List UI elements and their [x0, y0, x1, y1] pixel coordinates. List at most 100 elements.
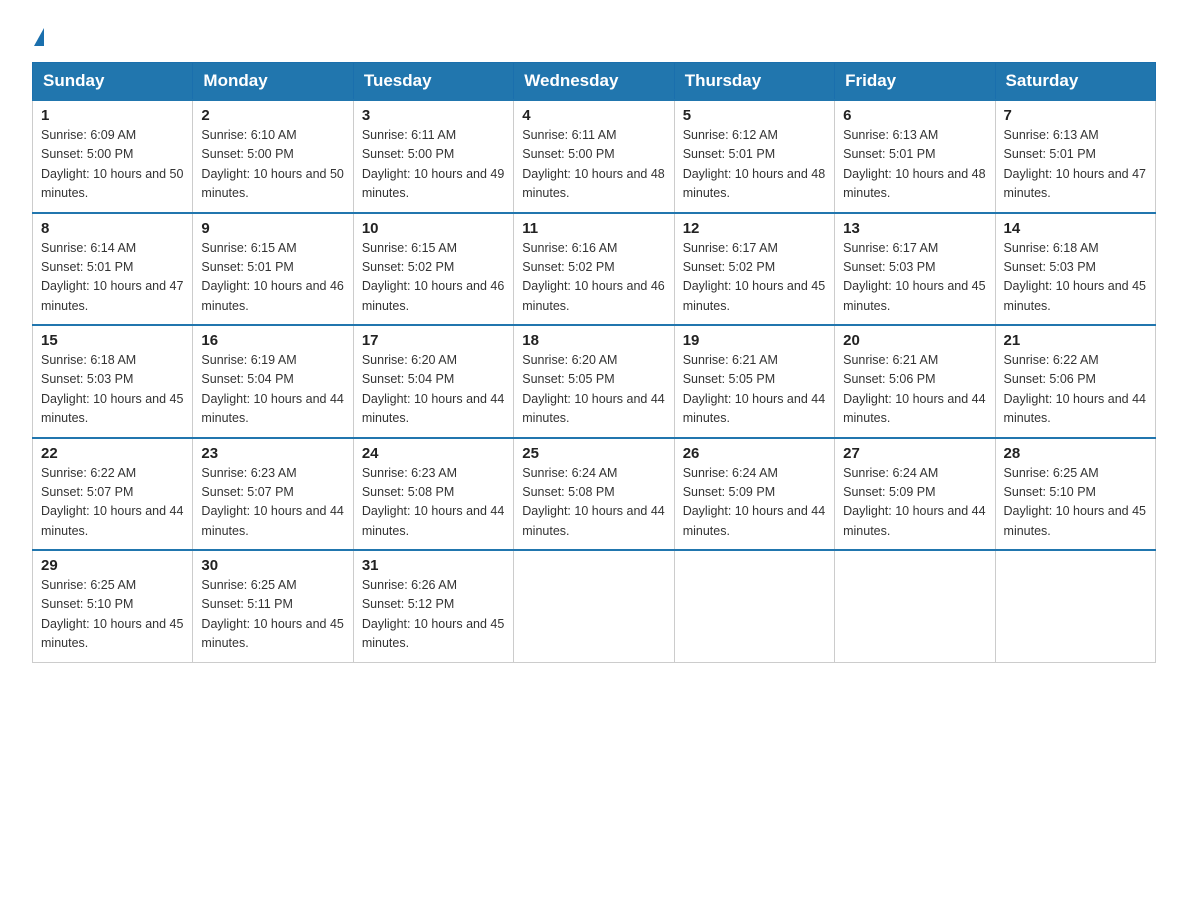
calendar-cell: 25 Sunrise: 6:24 AMSunset: 5:08 PMDaylig…: [514, 438, 674, 551]
day-info: Sunrise: 6:24 AMSunset: 5:08 PMDaylight:…: [522, 464, 665, 542]
week-row-5: 29 Sunrise: 6:25 AMSunset: 5:10 PMDaylig…: [33, 550, 1156, 662]
day-number: 17: [362, 332, 505, 349]
day-info: Sunrise: 6:22 AMSunset: 5:06 PMDaylight:…: [1004, 351, 1147, 429]
column-header-sunday: Sunday: [33, 63, 193, 101]
calendar-cell: [995, 550, 1155, 662]
day-info: Sunrise: 6:25 AMSunset: 5:11 PMDaylight:…: [201, 576, 344, 654]
day-number: 31: [362, 557, 505, 574]
calendar-cell: 30 Sunrise: 6:25 AMSunset: 5:11 PMDaylig…: [193, 550, 353, 662]
day-number: 20: [843, 332, 986, 349]
calendar-cell: [674, 550, 834, 662]
day-number: 14: [1004, 220, 1147, 237]
day-info: Sunrise: 6:18 AMSunset: 5:03 PMDaylight:…: [41, 351, 184, 429]
calendar-cell: 23 Sunrise: 6:23 AMSunset: 5:07 PMDaylig…: [193, 438, 353, 551]
day-info: Sunrise: 6:15 AMSunset: 5:02 PMDaylight:…: [362, 239, 505, 317]
day-info: Sunrise: 6:22 AMSunset: 5:07 PMDaylight:…: [41, 464, 184, 542]
day-number: 15: [41, 332, 184, 349]
calendar-cell: 19 Sunrise: 6:21 AMSunset: 5:05 PMDaylig…: [674, 325, 834, 438]
calendar-cell: 14 Sunrise: 6:18 AMSunset: 5:03 PMDaylig…: [995, 213, 1155, 326]
week-row-3: 15 Sunrise: 6:18 AMSunset: 5:03 PMDaylig…: [33, 325, 1156, 438]
day-info: Sunrise: 6:20 AMSunset: 5:04 PMDaylight:…: [362, 351, 505, 429]
day-number: 22: [41, 445, 184, 462]
calendar-cell: 3 Sunrise: 6:11 AMSunset: 5:00 PMDayligh…: [353, 100, 513, 213]
calendar-cell: 13 Sunrise: 6:17 AMSunset: 5:03 PMDaylig…: [835, 213, 995, 326]
day-number: 13: [843, 220, 986, 237]
day-info: Sunrise: 6:21 AMSunset: 5:05 PMDaylight:…: [683, 351, 826, 429]
day-info: Sunrise: 6:13 AMSunset: 5:01 PMDaylight:…: [1004, 126, 1147, 204]
day-info: Sunrise: 6:25 AMSunset: 5:10 PMDaylight:…: [41, 576, 184, 654]
day-number: 24: [362, 445, 505, 462]
day-info: Sunrise: 6:10 AMSunset: 5:00 PMDaylight:…: [201, 126, 344, 204]
day-number: 7: [1004, 107, 1147, 124]
calendar-cell: 27 Sunrise: 6:24 AMSunset: 5:09 PMDaylig…: [835, 438, 995, 551]
day-number: 26: [683, 445, 826, 462]
day-info: Sunrise: 6:16 AMSunset: 5:02 PMDaylight:…: [522, 239, 665, 317]
day-info: Sunrise: 6:18 AMSunset: 5:03 PMDaylight:…: [1004, 239, 1147, 317]
day-number: 27: [843, 445, 986, 462]
day-number: 21: [1004, 332, 1147, 349]
logo-triangle-icon: [34, 28, 44, 46]
day-info: Sunrise: 6:11 AMSunset: 5:00 PMDaylight:…: [362, 126, 505, 204]
column-header-wednesday: Wednesday: [514, 63, 674, 101]
week-row-1: 1 Sunrise: 6:09 AMSunset: 5:00 PMDayligh…: [33, 100, 1156, 213]
day-header-row: SundayMondayTuesdayWednesdayThursdayFrid…: [33, 63, 1156, 101]
day-number: 3: [362, 107, 505, 124]
day-number: 18: [522, 332, 665, 349]
column-header-monday: Monday: [193, 63, 353, 101]
calendar-cell: 22 Sunrise: 6:22 AMSunset: 5:07 PMDaylig…: [33, 438, 193, 551]
day-info: Sunrise: 6:23 AMSunset: 5:07 PMDaylight:…: [201, 464, 344, 542]
day-number: 19: [683, 332, 826, 349]
calendar-cell: 15 Sunrise: 6:18 AMSunset: 5:03 PMDaylig…: [33, 325, 193, 438]
day-number: 4: [522, 107, 665, 124]
day-info: Sunrise: 6:25 AMSunset: 5:10 PMDaylight:…: [1004, 464, 1147, 542]
logo: [32, 24, 44, 44]
day-info: Sunrise: 6:12 AMSunset: 5:01 PMDaylight:…: [683, 126, 826, 204]
day-number: 5: [683, 107, 826, 124]
day-number: 28: [1004, 445, 1147, 462]
day-number: 1: [41, 107, 184, 124]
day-info: Sunrise: 6:11 AMSunset: 5:00 PMDaylight:…: [522, 126, 665, 204]
calendar-cell: 31 Sunrise: 6:26 AMSunset: 5:12 PMDaylig…: [353, 550, 513, 662]
day-info: Sunrise: 6:19 AMSunset: 5:04 PMDaylight:…: [201, 351, 344, 429]
day-number: 9: [201, 220, 344, 237]
calendar-cell: 20 Sunrise: 6:21 AMSunset: 5:06 PMDaylig…: [835, 325, 995, 438]
day-number: 12: [683, 220, 826, 237]
column-header-thursday: Thursday: [674, 63, 834, 101]
calendar-cell: 5 Sunrise: 6:12 AMSunset: 5:01 PMDayligh…: [674, 100, 834, 213]
calendar-cell: 12 Sunrise: 6:17 AMSunset: 5:02 PMDaylig…: [674, 213, 834, 326]
day-number: 11: [522, 220, 665, 237]
day-number: 29: [41, 557, 184, 574]
day-info: Sunrise: 6:14 AMSunset: 5:01 PMDaylight:…: [41, 239, 184, 317]
calendar-cell: 29 Sunrise: 6:25 AMSunset: 5:10 PMDaylig…: [33, 550, 193, 662]
column-header-tuesday: Tuesday: [353, 63, 513, 101]
day-info: Sunrise: 6:13 AMSunset: 5:01 PMDaylight:…: [843, 126, 986, 204]
calendar-cell: 7 Sunrise: 6:13 AMSunset: 5:01 PMDayligh…: [995, 100, 1155, 213]
day-info: Sunrise: 6:26 AMSunset: 5:12 PMDaylight:…: [362, 576, 505, 654]
calendar-cell: 21 Sunrise: 6:22 AMSunset: 5:06 PMDaylig…: [995, 325, 1155, 438]
day-number: 16: [201, 332, 344, 349]
calendar-cell: 8 Sunrise: 6:14 AMSunset: 5:01 PMDayligh…: [33, 213, 193, 326]
day-info: Sunrise: 6:17 AMSunset: 5:02 PMDaylight:…: [683, 239, 826, 317]
day-number: 23: [201, 445, 344, 462]
calendar-table: SundayMondayTuesdayWednesdayThursdayFrid…: [32, 62, 1156, 663]
calendar-cell: 11 Sunrise: 6:16 AMSunset: 5:02 PMDaylig…: [514, 213, 674, 326]
day-info: Sunrise: 6:15 AMSunset: 5:01 PMDaylight:…: [201, 239, 344, 317]
calendar-cell: 10 Sunrise: 6:15 AMSunset: 5:02 PMDaylig…: [353, 213, 513, 326]
page-header: [32, 24, 1156, 44]
day-number: 30: [201, 557, 344, 574]
calendar-cell: 4 Sunrise: 6:11 AMSunset: 5:00 PMDayligh…: [514, 100, 674, 213]
day-info: Sunrise: 6:21 AMSunset: 5:06 PMDaylight:…: [843, 351, 986, 429]
day-info: Sunrise: 6:24 AMSunset: 5:09 PMDaylight:…: [683, 464, 826, 542]
calendar-cell: 9 Sunrise: 6:15 AMSunset: 5:01 PMDayligh…: [193, 213, 353, 326]
column-header-saturday: Saturday: [995, 63, 1155, 101]
day-info: Sunrise: 6:17 AMSunset: 5:03 PMDaylight:…: [843, 239, 986, 317]
day-number: 6: [843, 107, 986, 124]
calendar-cell: 18 Sunrise: 6:20 AMSunset: 5:05 PMDaylig…: [514, 325, 674, 438]
calendar-cell: 16 Sunrise: 6:19 AMSunset: 5:04 PMDaylig…: [193, 325, 353, 438]
day-info: Sunrise: 6:20 AMSunset: 5:05 PMDaylight:…: [522, 351, 665, 429]
week-row-2: 8 Sunrise: 6:14 AMSunset: 5:01 PMDayligh…: [33, 213, 1156, 326]
day-info: Sunrise: 6:24 AMSunset: 5:09 PMDaylight:…: [843, 464, 986, 542]
calendar-cell: [835, 550, 995, 662]
calendar-cell: [514, 550, 674, 662]
calendar-cell: 24 Sunrise: 6:23 AMSunset: 5:08 PMDaylig…: [353, 438, 513, 551]
